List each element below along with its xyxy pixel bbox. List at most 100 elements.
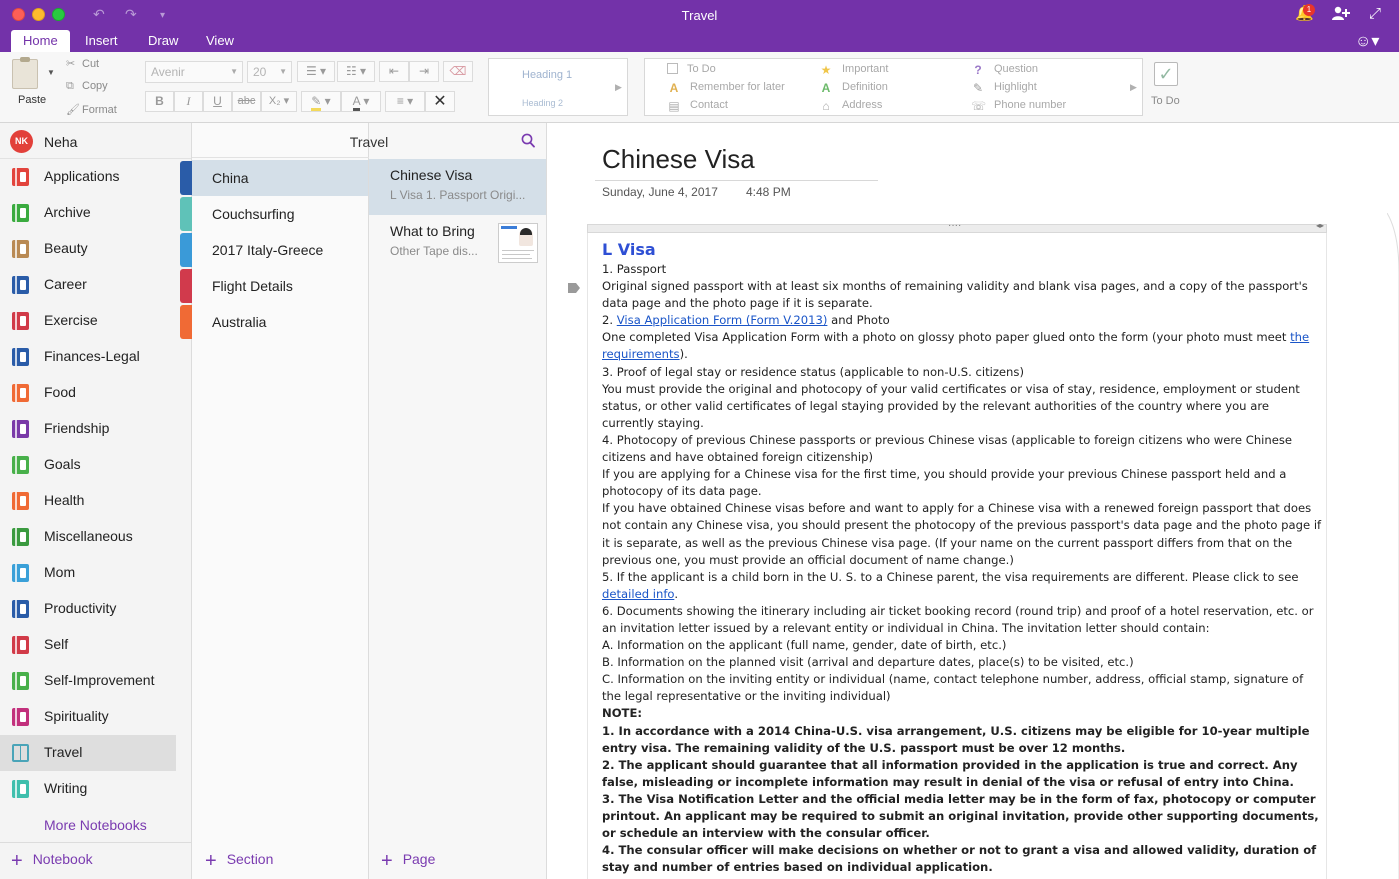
add-notebook-button[interactable]: + Notebook [11,850,93,873]
contact-card-icon: ▤ [668,99,680,113]
notebook-icon [12,636,29,654]
bold-button[interactable]: B [145,91,174,112]
tab-home[interactable]: Home [11,30,70,52]
tag-phone[interactable]: ☏ Phone number [971,99,1066,112]
paste-button-label[interactable]: Paste [18,94,46,106]
tab-insert[interactable]: Insert [73,30,130,52]
increase-indent-button[interactable]: ⇥ [409,61,439,82]
tag-todo[interactable]: To Do [667,63,716,75]
style-heading-1[interactable]: Heading 1 [522,69,572,81]
font-family-select[interactable]: Avenir ▼ [145,61,243,83]
section-color-tab[interactable] [180,233,192,267]
tags-expand-arrow-icon[interactable]: ▶ [1130,82,1137,93]
tab-draw[interactable]: Draw [136,30,190,52]
underline-button[interactable]: U [203,91,232,112]
subscript-button[interactable]: X₂ ▾ [261,91,297,112]
hyperlink[interactable]: Visa Application Form (Form V.2013) [617,313,828,327]
strikethrough-button[interactable]: abc [232,91,261,112]
delete-button[interactable]: ✕ [425,91,455,112]
section-item-couchsurfing[interactable]: Couchsurfing [180,196,368,232]
styles-gallery[interactable]: Heading 1 Heading 2 ▶ [488,58,628,116]
section-item-australia[interactable]: Australia [180,304,368,340]
notebook-item-miscellaneous[interactable]: Miscellaneous [0,519,176,555]
notebook-icon [12,672,29,690]
user-name[interactable]: Neha [44,134,77,150]
tag-question[interactable]: ? Question [971,63,1038,76]
tag-definition[interactable]: A Definition [819,81,888,94]
bullets-button[interactable]: ☰ ▾ [297,61,335,82]
copy-button[interactable]: ⧉ Copy [66,80,108,93]
section-color-tab[interactable] [180,305,192,339]
page-item[interactable]: Chinese Visa L Visa 1. Passport Origi... [369,159,546,215]
tag-address[interactable]: ⌂ Address [819,99,882,112]
hyperlink[interactable]: detailed info [602,587,674,601]
page-item[interactable]: What to Bring Other Tape dis... [369,215,546,271]
notebook-icon [12,456,29,474]
notebook-item-beauty[interactable]: Beauty [0,231,176,267]
notebook-item-self-improvement[interactable]: Self-Improvement [0,663,176,699]
tag-remember[interactable]: A Remember for later [667,81,785,94]
cut-button[interactable]: ✂ Cut [66,57,99,70]
paragraph-text: ). [679,347,688,362]
highlighter-pen-icon: ✎ [972,81,984,95]
notebook-item-applications[interactable]: Applications [0,159,176,195]
italic-button[interactable]: I [174,91,203,112]
format-painter-button[interactable]: 🖌 Format [66,103,117,116]
page-title[interactable]: Chinese Visa [602,144,755,175]
notebook-item-friendship[interactable]: Friendship [0,411,176,447]
style-heading-2[interactable]: Heading 2 [522,98,563,108]
note-container-handle[interactable]: ···· ◂▸ [587,220,1327,233]
notebook-item-goals[interactable]: Goals [0,447,176,483]
numbering-button[interactable]: ☷ ▾ [337,61,375,82]
resize-arrows-icon[interactable]: ◂▸ [1316,221,1324,230]
notebook-item-mom[interactable]: Mom [0,555,176,591]
clear-formatting-button[interactable]: ⌫ [443,61,473,82]
notebook-item-career[interactable]: Career [0,267,176,303]
section-item-china[interactable]: China [180,160,368,196]
page-canvas[interactable]: Chinese Visa Sunday, June 4, 2017 4:48 P… [547,123,1399,879]
notebook-item-travel[interactable]: Travel [0,735,176,771]
notebook-item-health[interactable]: Health [0,483,176,519]
section-item-flight-details[interactable]: Flight Details [180,268,368,304]
notebook-item-self[interactable]: Self [0,627,176,663]
letter-a-icon: A [821,81,831,95]
fullscreen-expand-icon[interactable]: ⤢ [1369,5,1381,23]
notebook-item-finances-legal[interactable]: Finances-Legal [0,339,176,375]
feedback-smiley-icon[interactable]: ☺▾ [1355,31,1379,51]
tag-highlight[interactable]: ✎ Highlight [971,81,1037,94]
section-color-tab[interactable] [180,197,192,231]
add-page-button[interactable]: + Page [381,850,435,873]
section-color-tab[interactable] [180,269,192,303]
font-size-select[interactable]: 20 ▼ [247,61,292,83]
plus-icon: + [381,850,393,872]
note-text[interactable]: L Visa 1. Passport Original signed passpo… [602,240,1323,876]
notebook-icon [12,348,29,366]
tag-important[interactable]: ★ Important [819,63,889,76]
share-person-icon[interactable] [1331,5,1351,26]
search-icon[interactable] [521,133,535,149]
avatar[interactable]: NK [10,130,33,153]
paragraph-handle-arrow-icon[interactable] [568,282,580,294]
todo-tag-button-label[interactable]: To Do [1151,95,1180,107]
paste-clipboard-icon[interactable] [12,57,38,89]
paragraph-alignment-button[interactable]: ≡ ▾ [385,91,425,112]
notebook-item-food[interactable]: Food [0,375,176,411]
font-color-button[interactable]: A ▾ [341,91,381,112]
notebook-item-spirituality[interactable]: Spirituality [0,699,176,735]
tab-view[interactable]: View [194,30,246,52]
tags-gallery[interactable]: To Do A Remember for later ▤ Contact ★ Impo… [644,58,1143,116]
notebook-item-archive[interactable]: Archive [0,195,176,231]
todo-tag-checkbox-icon[interactable]: ✓ [1154,62,1178,86]
section-item-2017-italy-greece[interactable]: 2017 Italy-Greece [180,232,368,268]
add-section-button[interactable]: + Section [205,850,273,873]
highlight-color-button[interactable]: ✎ ▾ [301,91,341,112]
notebook-item-exercise[interactable]: Exercise [0,303,176,339]
styles-expand-arrow-icon[interactable]: ▶ [615,82,622,93]
decrease-indent-button[interactable]: ⇤ [379,61,409,82]
section-color-tab[interactable] [180,161,192,195]
notebook-item-writing[interactable]: Writing [0,771,176,807]
paste-options-chevron-icon[interactable]: ▼ [47,68,55,77]
tag-contact[interactable]: ▤ Contact [667,99,728,112]
notebook-item-productivity[interactable]: Productivity [0,591,176,627]
more-notebooks-link[interactable]: More Notebooks [44,817,147,833]
